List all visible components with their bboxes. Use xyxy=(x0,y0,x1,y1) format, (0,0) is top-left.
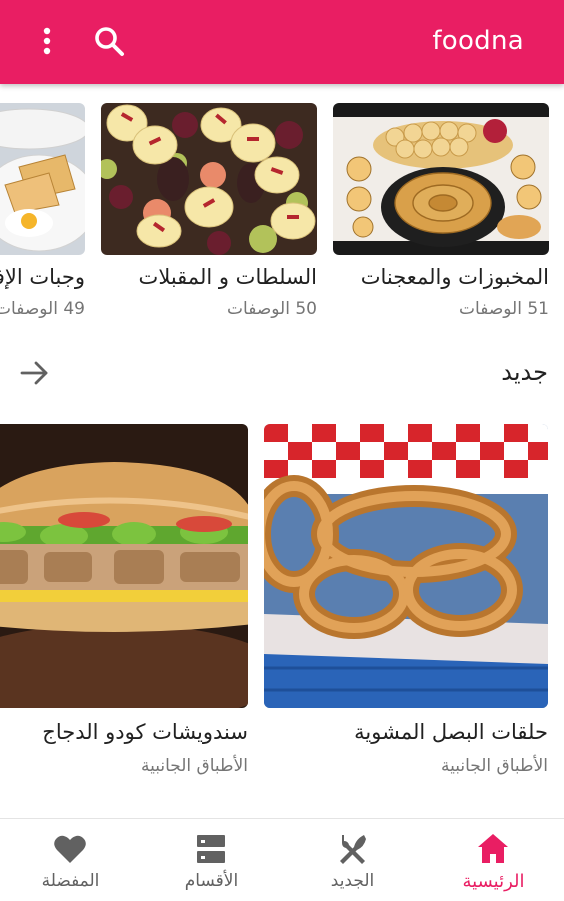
category-image xyxy=(101,103,317,255)
nav-categories[interactable]: الأقسام xyxy=(141,819,282,901)
recipe-image xyxy=(264,424,548,708)
recipe-category: الأطباق الجانبية xyxy=(440,756,548,776)
fork-knife-icon xyxy=(340,835,366,864)
category-card[interactable]: وجبات الإفطار 49 الوصفات xyxy=(0,103,85,319)
category-card[interactable]: المخبوزات والمعجنات 51 الوصفات xyxy=(333,103,549,319)
category-image xyxy=(0,103,85,255)
category-name: وجبات الإفطار xyxy=(0,265,85,289)
nav-label-new: الجديد xyxy=(330,871,375,891)
new-recipes-carousel[interactable]: حلقات البصل المشوية الأطباق الجانبية سند… xyxy=(0,424,564,784)
recipe-name: سندويشات كودو الدجاج xyxy=(42,720,248,744)
section-title-new: جديد xyxy=(501,358,548,386)
nav-label-categories: الأقسام xyxy=(184,871,239,891)
recipe-category: الأطباق الجانبية xyxy=(140,756,248,776)
recipe-card[interactable]: سندويشات كودو الدجاج الأطباق الجانبية xyxy=(0,424,248,776)
recipe-name: حلقات البصل المشوية xyxy=(354,720,548,744)
heart-icon xyxy=(54,835,86,863)
category-name: السلطات و المقبلات xyxy=(138,265,317,289)
category-count: 51 الوصفات xyxy=(459,299,549,319)
categories-icon xyxy=(197,835,225,863)
recipe-card[interactable]: حلقات البصل المشوية الأطباق الجانبية xyxy=(264,424,548,776)
nav-home[interactable]: الرئيسية xyxy=(423,819,564,901)
recipe-image xyxy=(0,424,248,708)
category-card[interactable]: السلطات و المقبلات 50 الوصفات xyxy=(101,103,317,319)
nav-label-home: الرئيسية xyxy=(462,871,525,892)
nav-favorites[interactable]: المفضلة xyxy=(0,819,141,901)
category-image xyxy=(333,103,549,255)
nav-new[interactable]: الجديد xyxy=(282,819,423,901)
home-icon xyxy=(478,834,508,863)
category-name: المخبوزات والمعجنات xyxy=(360,265,549,289)
category-count: 49 الوصفات xyxy=(0,299,85,319)
app-bar: foodna xyxy=(0,0,564,84)
categories-carousel[interactable]: المخبوزات والمعجنات 51 الوصفات السلطات و… xyxy=(0,103,564,333)
search-icon[interactable] xyxy=(90,22,130,62)
category-count: 50 الوصفات xyxy=(227,299,317,319)
more-vert-icon[interactable] xyxy=(30,24,64,58)
arrow-forward-icon[interactable] xyxy=(18,358,52,388)
app-title: foodna xyxy=(432,26,524,56)
nav-label-favorites: المفضلة xyxy=(41,871,100,891)
bottom-navigation: الرئيسية الجديد الأقسام المفضلة xyxy=(0,818,564,900)
